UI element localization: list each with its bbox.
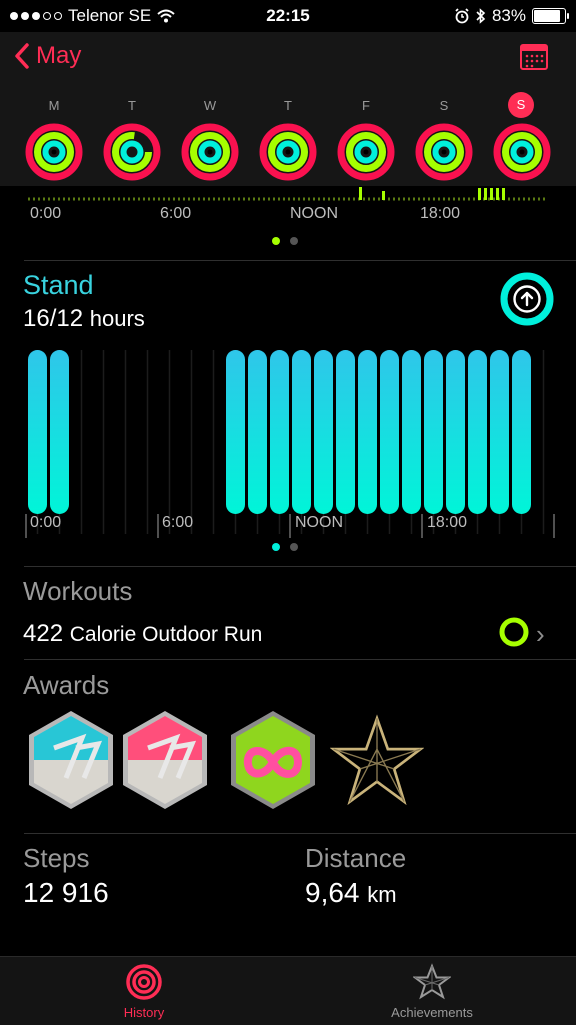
tick-label: 18:00 (427, 514, 468, 531)
tab-achievements-label: Achievements (391, 1005, 473, 1020)
stand-bar (28, 350, 47, 514)
day-label[interactable]: W (190, 98, 230, 113)
chevron-left-icon (15, 43, 29, 69)
day-label[interactable]: T (112, 98, 152, 113)
award-badge-pink[interactable] (118, 708, 212, 812)
workout-entry[interactable]: 422 Calorie Outdoor Run (23, 620, 262, 648)
steps-value: 12 916 (23, 877, 109, 908)
day-label-selected[interactable]: S (508, 92, 534, 118)
distance-unit: km (367, 882, 397, 907)
tick-label: 6:00 (162, 514, 194, 531)
stand-bar (270, 350, 289, 514)
stand-chart (25, 350, 555, 538)
back-label: May (36, 42, 82, 69)
tick-label: NOON (295, 514, 343, 531)
stand-value: 16/12 hours (23, 305, 145, 333)
divider (24, 260, 576, 261)
page-indicator[interactable] (272, 543, 298, 551)
star-award-icon[interactable] (330, 708, 424, 812)
stand-bar (402, 350, 421, 514)
distance-value: 9,64 (305, 877, 360, 908)
activity-rings-icon[interactable] (419, 127, 469, 177)
stand-bar (314, 350, 333, 514)
activity-rings-icon[interactable] (341, 127, 391, 177)
calendar-icon (520, 44, 548, 70)
stand-bar (490, 350, 509, 514)
tick-label: 0:00 (30, 205, 62, 222)
bluetooth-icon (476, 8, 486, 24)
stand-bar (446, 350, 465, 514)
award-badge-infinity[interactable] (226, 708, 320, 812)
calendar-button[interactable] (519, 42, 549, 72)
status-bar: Telenor SE 22:15 83% (0, 0, 576, 32)
stand-bar (468, 350, 487, 514)
chevron-right-icon[interactable]: › (536, 619, 545, 650)
stand-bar (336, 350, 355, 514)
activity-rings-icon[interactable] (29, 127, 79, 177)
battery-percent: 83% (491, 6, 526, 25)
stand-bar (292, 350, 311, 514)
award-badge-teal[interactable] (24, 708, 118, 812)
distance-value-wrap: 9,64 km (305, 877, 397, 909)
day-label[interactable]: F (346, 98, 386, 113)
tick-label: 0:00 (30, 514, 62, 531)
stand-bar (226, 350, 245, 514)
workout-calories: 422 (23, 620, 64, 647)
exercise-ring-icon (499, 617, 529, 647)
stand-bar (358, 350, 377, 514)
divider (24, 566, 576, 567)
battery-icon (532, 8, 569, 24)
stand-ring-icon (500, 272, 554, 326)
activity-rings-icon[interactable] (497, 127, 547, 177)
stand-hours-value: 16/12 (23, 305, 84, 332)
divider (24, 833, 576, 834)
day-label[interactable]: S (424, 98, 464, 113)
tick-label: NOON (290, 205, 338, 222)
activity-rings-icon[interactable] (263, 127, 313, 177)
tick-label: 18:00 (420, 205, 461, 222)
tab-history[interactable]: History (100, 963, 188, 1020)
steps-title: Steps (23, 843, 90, 873)
stand-bar (248, 350, 267, 514)
distance-title: Distance (305, 843, 407, 873)
page-indicator[interactable] (272, 237, 298, 245)
activity-rings-icon[interactable] (185, 127, 235, 177)
stand-bar (50, 350, 69, 514)
exercise-timeline (28, 187, 548, 201)
tick-label: 6:00 (160, 205, 192, 222)
day-label[interactable]: T (268, 98, 308, 113)
history-rings-icon (126, 964, 162, 1000)
tab-achievements[interactable]: Achievements (380, 963, 484, 1020)
stand-title: Stand (23, 270, 94, 300)
alarm-icon (455, 8, 469, 24)
workout-label: Calorie Outdoor Run (69, 623, 263, 646)
workouts-title: Workouts (23, 576, 133, 606)
tab-history-label: History (123, 1005, 165, 1020)
divider (24, 659, 576, 660)
day-label[interactable]: M (34, 98, 74, 113)
tab-bar: History Achievements (0, 956, 576, 1025)
back-button[interactable]: May (14, 42, 81, 70)
stand-bar (424, 350, 443, 514)
activity-rings-icon[interactable] (103, 123, 161, 181)
achievements-star-icon (412, 963, 452, 1000)
stand-bar (512, 350, 531, 514)
awards-title: Awards (23, 670, 110, 700)
activity-rings-row (0, 123, 576, 181)
stand-bar (380, 350, 399, 514)
stand-hours-unit: hours (89, 306, 145, 331)
